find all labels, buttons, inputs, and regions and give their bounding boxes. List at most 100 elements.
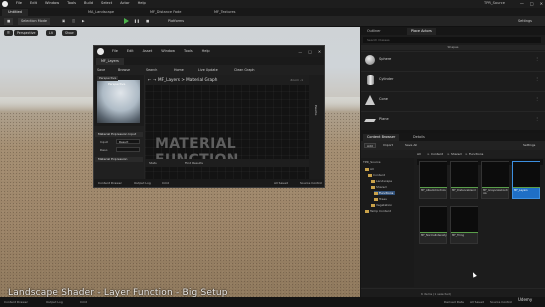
home-button[interactable]: Home xyxy=(174,67,184,73)
close-button[interactable]: ✕ xyxy=(540,1,543,6)
show-button[interactable]: Show xyxy=(62,30,77,36)
live-update-dropdown[interactable]: Live Update xyxy=(198,67,218,73)
asset-tile[interactable]: MF_Distanceblend xyxy=(450,161,478,199)
stop-icon[interactable]: ■ xyxy=(146,18,149,25)
menu-tools[interactable]: Tools xyxy=(67,1,76,5)
add-button[interactable]: Add xyxy=(364,143,376,148)
search-button[interactable]: Search xyxy=(146,67,157,73)
tab-details[interactable]: Details xyxy=(409,134,429,141)
tab-content-browser[interactable]: Content Browser xyxy=(363,134,400,141)
save-all-button[interactable]: Save All xyxy=(403,143,419,148)
content-icon[interactable]: ▣ xyxy=(62,18,65,25)
asset-tile[interactable]: MF_AlbedoControls xyxy=(419,161,447,199)
more-icon[interactable]: ⋮ xyxy=(535,116,539,121)
menu-tools[interactable]: Tools xyxy=(184,49,193,53)
derived-data-button[interactable]: Derived Data xyxy=(444,300,464,304)
shape-item-plane[interactable]: Plane ⋮ xyxy=(361,111,545,129)
lit-button[interactable]: Lit xyxy=(46,30,56,36)
shape-item-cylinder[interactable]: Cylinder ⋮ xyxy=(361,71,545,87)
tree-all[interactable]: All xyxy=(365,167,374,171)
tree-functions[interactable]: Functions xyxy=(374,191,396,195)
save-icon[interactable]: ■ xyxy=(4,18,14,25)
browse-button[interactable]: Browse xyxy=(118,67,130,73)
tree-content[interactable]: Content xyxy=(368,173,385,177)
tab-stats[interactable]: Stats xyxy=(149,161,157,165)
asset-tile[interactable]: MF_NormalIntensity xyxy=(419,206,447,244)
pause-icon[interactable]: ❚❚ xyxy=(134,18,140,25)
asset-tile-selected[interactable]: MF_Layers xyxy=(512,161,540,199)
blueprint-icon[interactable]: ◫ xyxy=(72,18,75,25)
more-icon[interactable]: ⋮ xyxy=(535,76,539,81)
palette-panel[interactable]: Palette xyxy=(309,75,324,179)
tab-outliner[interactable]: Outliner xyxy=(363,28,385,35)
all-saved-status[interactable]: All Saved xyxy=(470,300,484,304)
crumb-all[interactable]: All xyxy=(417,152,421,156)
tab-mf-distance-fade[interactable]: MF_Distance Fade xyxy=(144,9,187,16)
details-section-expression-input[interactable]: Material Expression Input xyxy=(95,132,143,137)
output-log-button[interactable]: Output Log xyxy=(46,300,63,304)
back-icon[interactable]: ← xyxy=(148,77,151,82)
menu-actor[interactable]: Actor xyxy=(120,1,129,5)
tree-temp-content[interactable]: Temp Content xyxy=(365,209,391,213)
crumb-shared[interactable]: Shared xyxy=(451,152,462,156)
tree-vegetation[interactable]: Vegetation xyxy=(371,203,392,207)
settings-dropdown[interactable]: Settings xyxy=(518,18,532,25)
menu-window[interactable]: Window xyxy=(161,49,175,53)
material-editor-window[interactable]: File Edit Asset Window Tools Help — □ ✕ … xyxy=(93,45,325,188)
minimize-button[interactable]: — xyxy=(520,1,524,6)
forward-icon[interactable]: → xyxy=(153,77,156,82)
search-classes-input[interactable]: Search Classes xyxy=(363,37,541,43)
source-control-button[interactable]: Source Control xyxy=(490,300,512,304)
selection-mode-dropdown[interactable]: Selection Mode xyxy=(18,18,50,25)
tab-untitled[interactable]: Untitled xyxy=(2,9,28,16)
more-icon[interactable]: ⋮ xyxy=(535,56,539,61)
minimize-button[interactable]: — xyxy=(298,49,302,54)
asset-tile[interactable]: MF_Tiling xyxy=(450,206,478,244)
shape-item-sphere[interactable]: Sphere ⋮ xyxy=(361,51,545,67)
crumb-content[interactable]: Content xyxy=(431,152,443,156)
close-button[interactable]: ✕ xyxy=(318,49,321,54)
content-drawer-button[interactable]: Content Drawer xyxy=(4,300,28,304)
source-control-button[interactable]: Source Control xyxy=(300,181,322,185)
unreal-logo-icon[interactable] xyxy=(2,1,8,7)
tree-shared[interactable]: Shared xyxy=(371,185,387,189)
menu-file[interactable]: File xyxy=(112,49,118,53)
tree-trees[interactable]: Trees xyxy=(374,197,387,201)
cmd-dropdown[interactable]: Cmd xyxy=(80,300,87,304)
maximize-button[interactable]: □ xyxy=(308,49,312,54)
menu-window[interactable]: Window xyxy=(45,1,59,5)
all-saved-status[interactable]: All Saved xyxy=(274,181,288,185)
menu-help[interactable]: Help xyxy=(138,1,146,5)
menu-file[interactable]: File xyxy=(16,1,22,5)
content-drawer-button[interactable]: Content Drawer xyxy=(98,181,122,185)
menu-edit[interactable]: Edit xyxy=(30,1,37,5)
tab-place-actors[interactable]: Place Actors xyxy=(407,28,436,35)
input-name-field[interactable]: Result xyxy=(116,139,140,144)
preview-perspective-button[interactable]: Perspective xyxy=(97,76,119,81)
tab-mf-layers[interactable]: MF_Layers xyxy=(96,58,124,65)
viewport-options-button[interactable]: ☰ xyxy=(4,30,13,36)
crumb-functions[interactable]: Functions xyxy=(469,152,483,156)
perspective-button[interactable]: Perspective xyxy=(14,30,39,36)
menu-build[interactable]: Build xyxy=(84,1,93,5)
material-preview[interactable]: Perspective Perspective xyxy=(94,75,144,126)
import-button[interactable]: Import xyxy=(381,143,395,148)
tab-ma-landscape[interactable]: MA_Landscape xyxy=(82,9,120,16)
cmd-dropdown[interactable]: Cmd xyxy=(162,181,169,185)
settings-button[interactable]: Settings xyxy=(521,143,537,148)
shape-item-cone[interactable]: Cone ⋮ xyxy=(361,91,545,107)
menu-asset[interactable]: Asset xyxy=(143,49,153,53)
tab-mf-textures[interactable]: MF_Textures xyxy=(208,9,241,16)
tree-root[interactable]: TPR_Source xyxy=(363,160,381,164)
platforms-dropdown[interactable]: Platforms xyxy=(168,18,184,25)
maximize-button[interactable]: □ xyxy=(530,1,534,6)
asset-tile[interactable]: MF_GrayscaleControls xyxy=(481,161,509,199)
menu-help[interactable]: Help xyxy=(202,49,210,53)
tab-find-results[interactable]: Find Results xyxy=(185,161,203,165)
output-log-button[interactable]: Output Log xyxy=(134,181,151,185)
more-icon[interactable]: ⋮ xyxy=(535,96,539,101)
menu-edit[interactable]: Edit xyxy=(127,49,134,53)
details-section-expression[interactable]: Material Expression xyxy=(95,157,143,162)
cinematics-icon[interactable]: ▶ xyxy=(82,18,85,25)
save-button[interactable]: Save xyxy=(97,67,105,73)
